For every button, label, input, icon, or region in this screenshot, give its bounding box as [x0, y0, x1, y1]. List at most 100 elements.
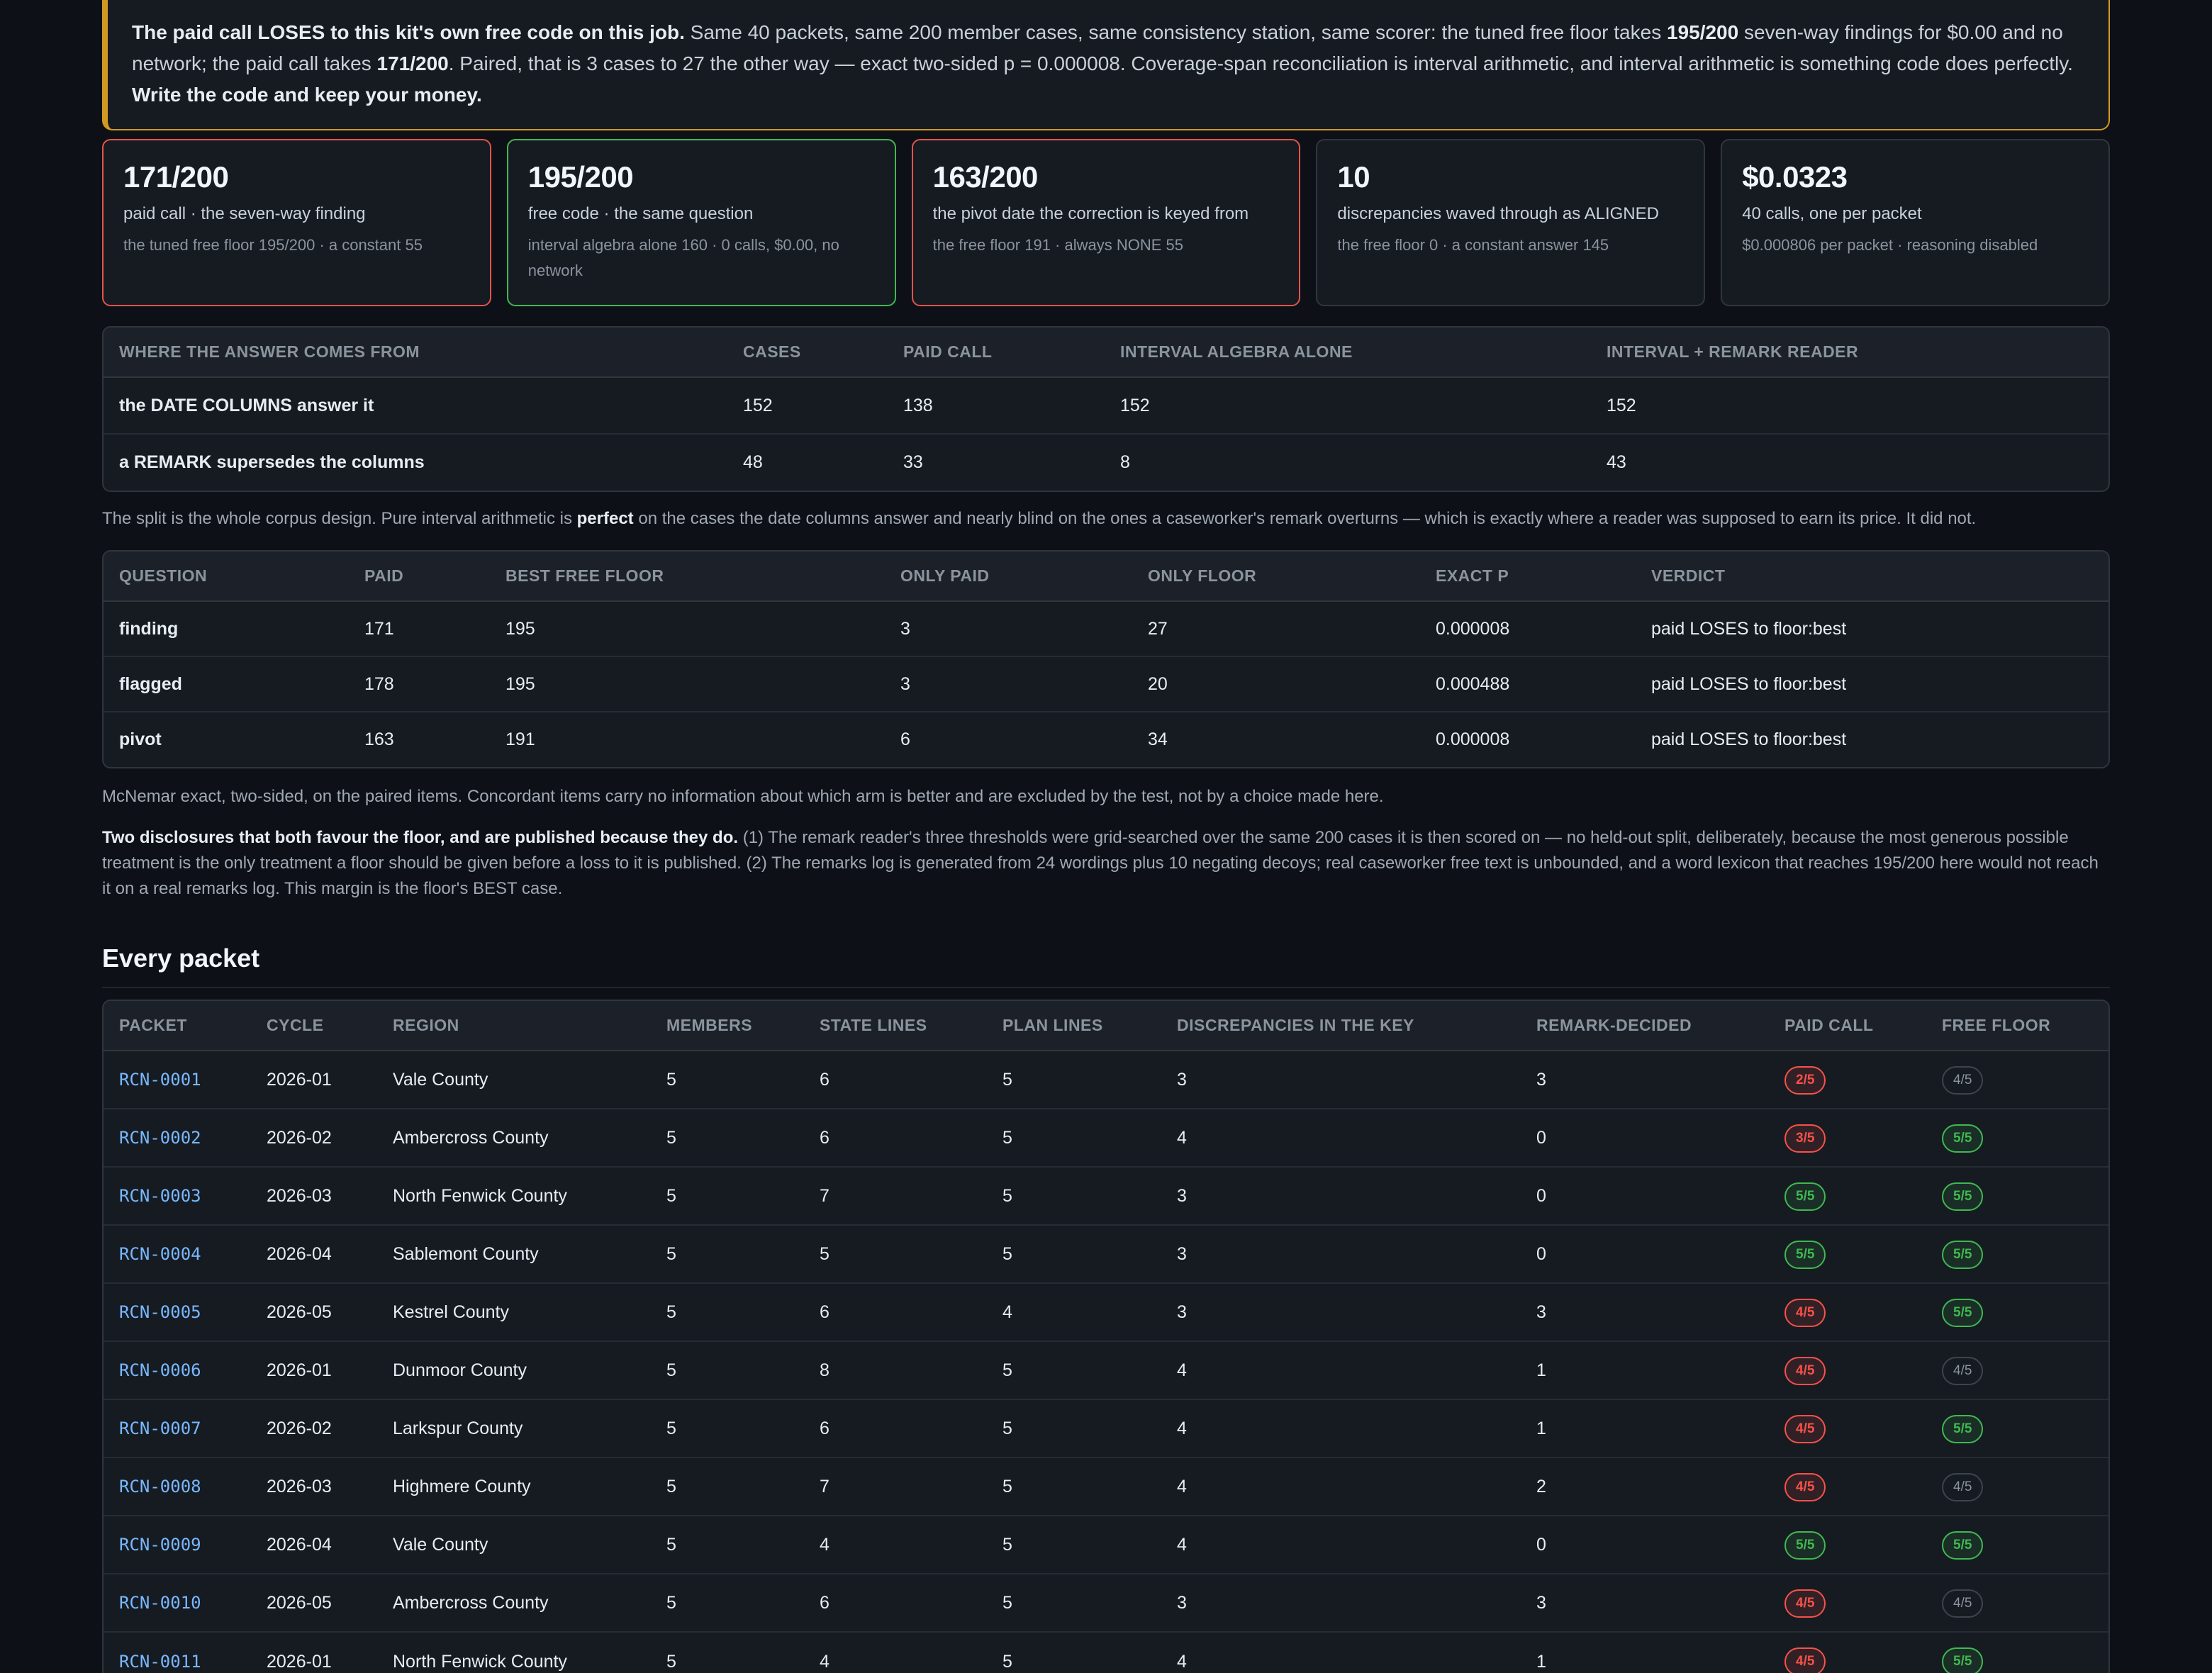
column-header[interactable]: FREE FLOOR — [1926, 1001, 2108, 1052]
card-sub: the free floor 191 · always NONE 55 — [932, 236, 1183, 254]
table-cell: 5 — [666, 1651, 676, 1672]
table-cell: 4 — [804, 1516, 987, 1575]
paid-score-badge: 5/5 — [1784, 1531, 1826, 1560]
card-free-code: 195/200 free code · the same question in… — [506, 139, 896, 306]
packet-link[interactable]: RCN-0007 — [119, 1419, 201, 1438]
packet-link[interactable]: RCN-0005 — [119, 1302, 201, 1322]
packet-link[interactable]: RCN-0008 — [119, 1477, 201, 1496]
packet-cell: RCN-0011 — [104, 1632, 251, 1673]
paid-call-cell: 5/5 — [1769, 1516, 1926, 1575]
packet-link[interactable]: RCN-0009 — [119, 1535, 201, 1555]
table-cell: 0 — [1521, 1109, 1769, 1168]
table-row[interactable]: RCN-0001 2026-01 Vale County 5 6 5 3 3 2/5 4/5 — [104, 1051, 2108, 1110]
disclosure-lead: Two disclosures that both favour the flo… — [102, 828, 739, 847]
table-row[interactable]: RCN-0008 2026-03 Highmere County 5 7 5 4 2 4/5 4/… — [104, 1457, 2108, 1517]
table-row[interactable]: RCN-0005 2026-05 Kestrel County 5 6 4 3 3 4/5 5/5 — [104, 1283, 2108, 1343]
table-cell: 2026-04 — [251, 1225, 377, 1285]
packet-link[interactable]: RCN-0003 — [119, 1186, 201, 1206]
question-table: QUESTION PAID BEST FREE FLOOR ONLY PAID … — [102, 550, 2110, 768]
packet-cell: RCN-0003 — [104, 1167, 251, 1226]
verdict-banner: The paid call LOSES to this kit's own fr… — [102, 0, 2110, 130]
packet-link[interactable]: RCN-0010 — [119, 1593, 201, 1613]
split-note-c: on the cases the date columns answer and… — [633, 509, 1977, 528]
floor-score-badge: 4/5 — [1942, 1472, 1984, 1501]
table-row[interactable]: RCN-0003 2026-03 North Fenwick County 5 7 5 3 0… — [104, 1167, 2108, 1226]
card-value: 171/200 — [123, 160, 229, 194]
table-cell: Kestrel County — [377, 1283, 651, 1343]
packet-link[interactable]: RCN-0006 — [119, 1360, 201, 1380]
column-header[interactable]: REGION — [377, 1001, 651, 1052]
table-row[interactable]: RCN-0006 2026-01 Dunmoor County 5 8 5 4 1 4/5 4/5 — [104, 1341, 2108, 1401]
column-header: INTERVAL + REMARK READER — [1591, 328, 2108, 378]
table-cell: 5 — [987, 1051, 1161, 1110]
table-cell: 5 — [1002, 1651, 1012, 1672]
table-row[interactable]: RCN-0010 2026-05 Ambercross County 5 6 5 3 3 4/5… — [104, 1574, 2108, 1633]
table-cell: Sablemont County — [377, 1225, 651, 1285]
packet-cell: RCN-0001 — [104, 1051, 251, 1110]
table-cell: 163 — [364, 729, 394, 750]
table-cell: paid LOSES to floor:best — [1651, 729, 1847, 750]
table-cell: 20 — [1132, 656, 1420, 712]
column-header[interactable]: DISCREPANCIES IN THE KEY — [1161, 1001, 1521, 1052]
table-cell: 152 — [1591, 377, 2108, 435]
table-cell: North Fenwick County — [393, 1651, 567, 1672]
packet-link[interactable]: RCN-0001 — [119, 1070, 201, 1090]
free-floor-cell: 4/5 — [1926, 1341, 2108, 1401]
card-label: free code · the same question — [527, 204, 754, 223]
column-header[interactable]: PAID CALL — [1769, 1001, 1926, 1052]
table-cell: 5 — [651, 1516, 804, 1575]
table-cell: 4 — [1161, 1341, 1521, 1401]
table-row[interactable]: RCN-0011 2026-01 North Fenwick County 5 4 5 4 1… — [104, 1632, 2108, 1673]
table-cell: paid LOSES to floor:best — [1636, 656, 2108, 712]
table-cell: 8 — [1120, 452, 1130, 473]
table-cell: 6 — [900, 729, 910, 750]
packet-link[interactable]: RCN-0011 — [119, 1652, 201, 1672]
column-header[interactable]: REMARK-DECIDED — [1521, 1001, 1769, 1052]
table-cell: 5 — [651, 1283, 804, 1343]
paid-call-cell: 4/5 — [1769, 1457, 1926, 1517]
table-cell: 152 — [727, 377, 888, 435]
banner-floor-score: 195/200 — [1666, 21, 1739, 43]
column-header[interactable]: PLAN LINES — [987, 1001, 1161, 1052]
table-row: a REMARK supersedes the columns 48 33 8 … — [104, 434, 2108, 491]
summary-cards: 171/200 paid call · the seven-way findin… — [102, 139, 2110, 306]
table-cell: Dunmoor County — [377, 1341, 651, 1401]
paid-score-badge: 4/5 — [1784, 1472, 1826, 1501]
table-cell: flagged — [104, 656, 349, 712]
table-cell: 5 — [651, 1457, 804, 1517]
column-header: PAID CALL — [888, 328, 1105, 378]
table-row[interactable]: RCN-0009 2026-04 Vale County 5 4 5 4 0 5/5 5/5 — [104, 1516, 2108, 1575]
packet-link[interactable]: RCN-0002 — [119, 1128, 201, 1148]
paid-score-badge: 5/5 — [1784, 1240, 1826, 1269]
packet-table: PACKET CYCLE REGION MEMBERS STATE LINES PLAN … — [102, 1000, 2110, 1673]
floor-score-badge: 5/5 — [1942, 1647, 1984, 1673]
table-row: the DATE COLUMNS answer it 152 138 152 1… — [104, 377, 2108, 435]
table-cell: 195 — [490, 601, 885, 657]
paid-call-cell: 5/5 — [1769, 1225, 1926, 1285]
table-cell: 1 — [1536, 1651, 1546, 1672]
table-cell: 2026-02 — [251, 1399, 377, 1459]
table-row[interactable]: RCN-0002 2026-02 Ambercross County 5 6 5 4 0 3/5… — [104, 1109, 2108, 1168]
table-cell: 2026-01 — [267, 1651, 332, 1672]
column-header[interactable]: PACKET — [104, 1001, 251, 1052]
column-header[interactable]: MEMBERS — [651, 1001, 804, 1052]
table-row[interactable]: RCN-0007 2026-02 Larkspur County 5 6 5 4 1 4/5 5/… — [104, 1399, 2108, 1459]
table-cell: 4 — [1161, 1109, 1521, 1168]
column-header[interactable]: STATE LINES — [804, 1001, 987, 1052]
table-cell: 5 — [651, 1167, 804, 1226]
table-cell: 2026-03 — [251, 1457, 377, 1517]
table-cell: 5 — [651, 1225, 804, 1285]
table-cell: 6 — [804, 1574, 987, 1633]
table-cell: 0.000488 — [1420, 656, 1636, 712]
floor-score-badge: 5/5 — [1942, 1240, 1984, 1269]
table-cell: 152 — [1105, 377, 1591, 435]
column-header[interactable]: CYCLE — [251, 1001, 377, 1052]
table-row[interactable]: RCN-0004 2026-04 Sablemont County 5 5 5 3 0 5/5 5… — [104, 1225, 2108, 1285]
card-pivot-date: 163/200 the pivot date the correction is… — [911, 139, 1301, 306]
table-cell: 0.000008 — [1436, 729, 1510, 750]
packet-link[interactable]: RCN-0004 — [119, 1244, 201, 1264]
free-floor-cell: 5/5 — [1926, 1399, 2108, 1459]
card-value: 10 — [1337, 160, 1370, 194]
card-discrepancies: 10 discrepancies waved through as ALIGNE… — [1316, 139, 1706, 306]
free-floor-cell: 4/5 — [1926, 1574, 2108, 1633]
